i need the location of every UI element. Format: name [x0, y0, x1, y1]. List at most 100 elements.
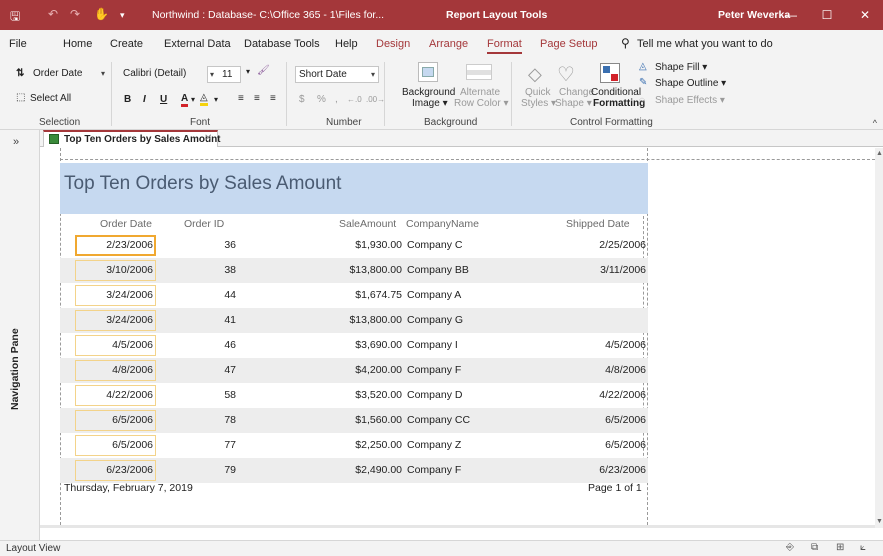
order-date-cell[interactable]: 3/24/2006 [75, 314, 153, 326]
table-row[interactable]: 3/24/2006 41 $13,800.00 Company G [60, 308, 648, 333]
redo-icon[interactable]: ↷ [70, 7, 80, 21]
sale-amount-cell[interactable]: $13,800.00 [330, 264, 402, 276]
tab-create[interactable]: Create [110, 38, 143, 50]
layout-view-icon[interactable]: ⊞ [836, 542, 844, 553]
decrease-decimals-button[interactable]: .00→ [366, 95, 385, 104]
column-header-company-name[interactable]: CompanyName [406, 218, 479, 230]
number-format-dropdown[interactable]: Short Date ▾ [295, 66, 379, 83]
company-cell[interactable]: Company F [407, 364, 461, 376]
document-tab-top-ten-orders[interactable]: Top Ten Orders by Sales Amount ✕ [43, 130, 221, 147]
company-cell[interactable]: Company G [407, 314, 463, 326]
table-row[interactable]: 6/5/2006 78 $1,560.00 Company CC 6/5/200… [60, 408, 648, 433]
report-title[interactable]: Top Ten Orders by Sales Amount [64, 173, 341, 195]
report-footer-page-number[interactable]: Page 1 of 1 [588, 482, 642, 494]
restore-icon[interactable]: ☐ [812, 5, 842, 25]
order-id-cell[interactable]: 38 [200, 264, 236, 276]
sale-amount-cell[interactable]: $4,200.00 [330, 364, 402, 376]
comma-button[interactable]: , [335, 94, 338, 105]
column-header-order-date[interactable]: Order Date [100, 218, 152, 230]
tab-database-tools[interactable]: Database Tools [244, 38, 320, 50]
shape-fill-button[interactable]: Shape Fill ▾ [655, 62, 707, 73]
order-date-cell[interactable]: 3/10/2006 [75, 264, 153, 276]
currency-button[interactable]: $ [299, 94, 305, 105]
italic-button[interactable]: I [143, 94, 146, 105]
tell-me-input[interactable]: Tell me what you want to do [637, 38, 773, 50]
background-image-button-line2[interactable]: Image ▾ [412, 98, 448, 109]
chevron-down-icon[interactable]: ▾ [246, 67, 250, 76]
order-date-cell[interactable]: 6/5/2006 [75, 439, 153, 451]
report-view-icon[interactable]: ⎆ [786, 542, 794, 553]
scroll-up-icon[interactable]: ▲ [876, 150, 883, 157]
shape-outline-button[interactable]: Shape Outline ▾ [655, 78, 726, 89]
close-tab-icon[interactable]: ✕ [204, 133, 212, 144]
tab-page-setup[interactable]: Page Setup [540, 38, 598, 50]
increase-decimals-button[interactable]: ←.0 [347, 95, 362, 104]
tab-arrange[interactable]: Arrange [429, 38, 468, 50]
sale-amount-cell[interactable]: $13,800.00 [330, 314, 402, 326]
align-left-icon[interactable]: ≡ [238, 93, 244, 104]
company-cell[interactable]: Company C [407, 239, 462, 251]
bold-button[interactable]: B [124, 94, 131, 105]
shipped-date-cell[interactable]: 2/25/2006 [560, 239, 646, 251]
tab-file[interactable]: File [9, 38, 27, 50]
sale-amount-cell[interactable]: $3,690.00 [330, 339, 402, 351]
company-cell[interactable]: Company D [407, 389, 462, 401]
order-id-cell[interactable]: 41 [200, 314, 236, 326]
table-row[interactable]: 4/22/2006 58 $3,520.00 Company D 4/22/20… [60, 383, 648, 408]
shipped-date-cell[interactable]: 4/22/2006 [560, 389, 646, 401]
order-date-cell[interactable]: 6/5/2006 [75, 414, 153, 426]
tab-design[interactable]: Design [376, 38, 410, 50]
design-view-icon[interactable]: ⟀ [860, 542, 866, 553]
column-header-order-id[interactable]: Order ID [184, 218, 224, 230]
order-id-cell[interactable]: 46 [200, 339, 236, 351]
order-id-cell[interactable]: 47 [200, 364, 236, 376]
order-id-cell[interactable]: 78 [200, 414, 236, 426]
sale-amount-cell[interactable]: $2,490.00 [330, 464, 402, 476]
column-header-shipped-date[interactable]: Shipped Date [566, 218, 630, 230]
table-row[interactable]: 4/8/2006 47 $4,200.00 Company F 4/8/2006 [60, 358, 648, 383]
minimize-icon[interactable]: — [776, 5, 806, 25]
shipped-date-cell[interactable]: 6/23/2006 [560, 464, 646, 476]
percent-button[interactable]: % [317, 94, 326, 105]
font-size-dropdown[interactable]: ▾ 11 [207, 66, 241, 83]
table-row[interactable]: 3/10/2006 38 $13,800.00 Company BB 3/11/… [60, 258, 648, 283]
navigation-pane[interactable]: » Navigation Pane [0, 130, 40, 540]
order-date-cell[interactable]: 2/23/2006 [75, 239, 153, 251]
touch-mode-icon[interactable]: ✋ [94, 7, 109, 21]
background-image-icon[interactable] [418, 62, 438, 82]
underline-button[interactable]: U [160, 94, 167, 105]
order-id-cell[interactable]: 58 [200, 389, 236, 401]
format-painter-icon[interactable]: 🖌 [257, 65, 270, 76]
company-cell[interactable]: Company Z [407, 439, 461, 451]
sale-amount-cell[interactable]: $2,250.00 [330, 439, 402, 451]
conditional-formatting-button[interactable]: Conditional [591, 87, 641, 98]
scroll-down-icon[interactable]: ▼ [876, 518, 883, 525]
shipped-date-cell[interactable]: 6/5/2006 [560, 439, 646, 451]
navigation-pane-label[interactable]: Navigation Pane [9, 328, 21, 410]
customize-qat-icon[interactable]: ▾ [120, 10, 125, 21]
align-center-icon[interactable]: ≡ [254, 93, 260, 104]
chevron-down-icon[interactable]: ▾ [214, 95, 218, 104]
select-all-button[interactable]: Select All [30, 93, 71, 104]
order-id-cell[interactable]: 77 [200, 439, 236, 451]
object-select-dropdown[interactable]: Order Date ▾ [30, 66, 108, 83]
close-icon[interactable]: ✕ [850, 5, 880, 25]
font-color-button[interactable]: A [181, 93, 189, 107]
conditional-formatting-icon[interactable] [600, 63, 620, 83]
sale-amount-cell[interactable]: $1,930.00 [330, 239, 402, 251]
order-id-cell[interactable]: 79 [200, 464, 236, 476]
report-layout-canvas[interactable]: Top Ten Orders by Sales Amount Order Dat… [40, 148, 875, 528]
expand-nav-pane-icon[interactable]: » [13, 136, 19, 148]
table-row[interactable]: 6/23/2006 79 $2,490.00 Company F 6/23/20… [60, 458, 648, 483]
tab-home[interactable]: Home [63, 38, 92, 50]
order-date-cell[interactable]: 3/24/2006 [75, 289, 153, 301]
table-row[interactable]: 4/5/2006 46 $3,690.00 Company I 4/5/2006 [60, 333, 648, 358]
report-header[interactable]: Top Ten Orders by Sales Amount [60, 163, 648, 214]
table-row[interactable]: 3/24/2006 44 $1,674.75 Company A [60, 283, 648, 308]
order-date-cell[interactable]: 4/22/2006 [75, 389, 153, 401]
align-right-icon[interactable]: ≡ [270, 93, 276, 104]
company-cell[interactable]: Company BB [407, 264, 469, 276]
tab-external-data[interactable]: External Data [164, 38, 231, 50]
company-cell[interactable]: Company CC [407, 414, 470, 426]
print-preview-icon[interactable]: ⧉ [811, 542, 818, 553]
